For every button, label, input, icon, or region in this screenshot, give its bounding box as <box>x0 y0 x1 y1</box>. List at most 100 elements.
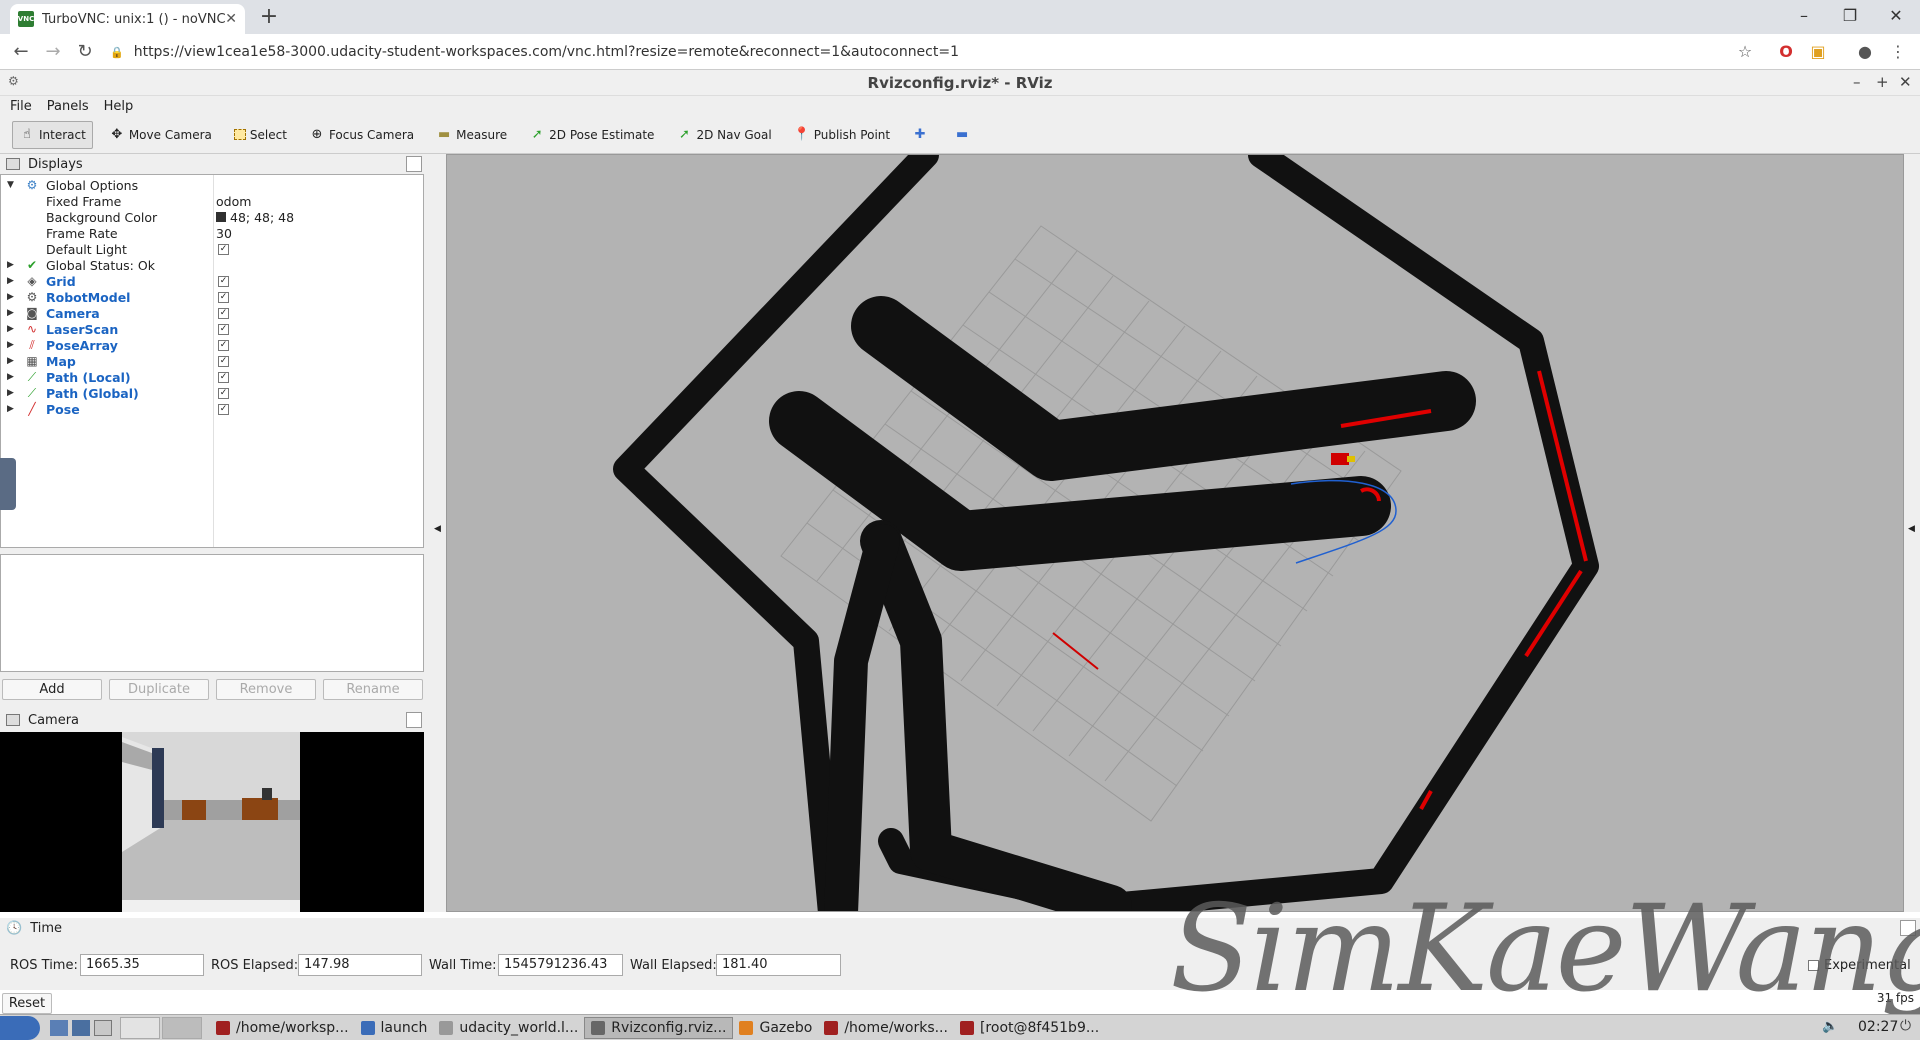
tree-row-posearray[interactable]: ▶ ⫽ PoseArray ✓ <box>1 337 423 353</box>
tree-row-default-light[interactable]: Default Light ✓ <box>1 241 423 257</box>
collapse-left-icon[interactable]: ◀ <box>434 524 441 534</box>
task-home-works[interactable]: /home/works... <box>818 1017 954 1039</box>
tree-row-fixed-frame[interactable]: Fixed Frame odom <box>1 193 423 209</box>
wall-time-field[interactable]: 1545791236.43 <box>498 954 623 976</box>
tree-row-frame-rate[interactable]: Frame Rate 30 <box>1 225 423 241</box>
expand-arrow-icon[interactable]: ▶ <box>7 404 14 414</box>
forward-icon[interactable]: → <box>40 40 66 64</box>
menu-dots-icon[interactable]: ⋮ <box>1888 42 1908 62</box>
tree-row-pose[interactable]: ▶ ╱ Pose ✓ <box>1 401 423 417</box>
opera-icon[interactable]: O <box>1776 42 1796 62</box>
novnc-sidebar-handle[interactable] <box>0 458 16 510</box>
extension-icon[interactable]: ▣ <box>1808 42 1828 62</box>
expand-arrow-icon[interactable]: ▶ <box>7 388 14 398</box>
time-float-button[interactable] <box>1900 920 1916 936</box>
posearray-checkbox[interactable]: ✓ <box>218 339 229 351</box>
float-panel-button[interactable] <box>406 156 422 172</box>
task-launch[interactable]: launch <box>355 1017 434 1039</box>
task-udacity-world[interactable]: udacity_world.l... <box>433 1017 584 1039</box>
rviz-maximize-icon[interactable]: + <box>1876 73 1889 91</box>
fixed-frame-value[interactable]: odom <box>216 194 251 209</box>
menu-file[interactable]: File <box>10 99 32 114</box>
close-window-icon[interactable]: ✕ <box>1876 4 1916 28</box>
file-manager-icon[interactable] <box>72 1019 90 1036</box>
minimize-icon[interactable]: – <box>1784 4 1824 28</box>
expand-arrow-icon[interactable]: ▶ <box>7 340 14 350</box>
grid-checkbox[interactable]: ✓ <box>218 275 229 287</box>
show-desktop-icon[interactable] <box>50 1019 68 1036</box>
remove-tool-button[interactable]: ▬ <box>948 121 980 149</box>
frame-rate-value[interactable]: 30 <box>216 226 232 241</box>
expand-arrow-icon[interactable]: ▼ <box>7 180 14 190</box>
expand-arrow-icon[interactable]: ▶ <box>7 260 14 270</box>
focus-camera-tool[interactable]: ⊕ Focus Camera <box>303 121 420 149</box>
tree-row-path-local[interactable]: ▶ ⟋ Path (Local) ✓ <box>1 369 423 385</box>
tree-row-global-status[interactable]: ▶ ✔ Global Status: Ok <box>1 257 423 273</box>
pose-checkbox[interactable]: ✓ <box>218 403 229 415</box>
duplicate-button[interactable]: Duplicate <box>109 679 209 700</box>
pose-estimate-tool[interactable]: ➚ 2D Pose Estimate <box>523 121 660 149</box>
expand-arrow-icon[interactable]: ▶ <box>7 292 14 302</box>
select-tool[interactable]: Select <box>228 121 293 149</box>
tree-row-robotmodel[interactable]: ▶ ⚙ RobotModel ✓ <box>1 289 423 305</box>
new-tab-button[interactable]: + <box>256 6 282 30</box>
browser-tab[interactable]: VNC TurboVNC: unix:1 () - noVNC ✕ <box>10 4 245 34</box>
render-3d-view[interactable] <box>446 154 1904 912</box>
rviz-close-icon[interactable]: ✕ <box>1899 73 1912 91</box>
background-color-value[interactable]: 48; 48; 48 <box>216 210 294 225</box>
tree-row-background-color[interactable]: Background Color 48; 48; 48 <box>1 209 423 225</box>
start-menu-button[interactable] <box>0 1015 40 1040</box>
ros-time-field[interactable]: 1665.35 <box>80 954 204 976</box>
camera-float-button[interactable] <box>406 712 422 728</box>
menu-help[interactable]: Help <box>104 99 134 114</box>
power-icon[interactable]: ⏻ <box>1900 1018 1911 1034</box>
rviz-minimize-icon[interactable]: – <box>1853 73 1861 91</box>
tree-row-path-global[interactable]: ▶ ⟋ Path (Global) ✓ <box>1 385 423 401</box>
laserscan-checkbox[interactable]: ✓ <box>218 323 229 335</box>
reload-icon[interactable]: ↻ <box>72 40 98 64</box>
rename-button[interactable]: Rename <box>323 679 423 700</box>
wall-elapsed-field[interactable]: 181.40 <box>716 954 841 976</box>
terminal-launcher-icon[interactable] <box>94 1019 112 1036</box>
task-root-terminal[interactable]: [root@8f451b9... <box>954 1017 1105 1039</box>
bookmark-star-icon[interactable]: ☆ <box>1735 42 1755 62</box>
publish-point-tool[interactable]: 📍 Publish Point <box>788 121 896 149</box>
right-collapse-strip[interactable]: ◀ <box>1904 154 1920 912</box>
path-global-checkbox[interactable]: ✓ <box>218 387 229 399</box>
camera-checkbox[interactable]: ✓ <box>218 307 229 319</box>
tree-row-laserscan[interactable]: ▶ ∿ LaserScan ✓ <box>1 321 423 337</box>
volume-icon[interactable]: 🔈 <box>1822 1019 1838 1034</box>
expand-arrow-icon[interactable]: ▶ <box>7 324 14 334</box>
task-rviz[interactable]: Rvizconfig.rviz... <box>584 1016 734 1039</box>
left-collapse-strip[interactable]: ◀ <box>428 154 446 912</box>
restore-icon[interactable]: ❐ <box>1830 4 1870 28</box>
robotmodel-checkbox[interactable]: ✓ <box>218 291 229 303</box>
menu-panels[interactable]: Panels <box>47 99 89 114</box>
experimental-checkbox[interactable] <box>1808 960 1819 971</box>
map-checkbox[interactable]: ✓ <box>218 355 229 367</box>
expand-arrow-icon[interactable]: ▶ <box>7 276 14 286</box>
path-local-checkbox[interactable]: ✓ <box>218 371 229 383</box>
add-display-button[interactable]: Add <box>2 679 102 700</box>
reset-button[interactable]: Reset <box>2 993 52 1014</box>
task-home-workspace[interactable]: /home/worksp... <box>210 1017 355 1039</box>
tree-row-grid[interactable]: ▶ ◈ Grid ✓ <box>1 273 423 289</box>
tree-row-global-options[interactable]: ▼ ⚙ Global Options <box>1 177 423 193</box>
expand-arrow-icon[interactable]: ▶ <box>7 356 14 366</box>
remove-button[interactable]: Remove <box>216 679 316 700</box>
tree-row-map[interactable]: ▶ ▦ Map ✓ <box>1 353 423 369</box>
move-camera-tool[interactable]: ✥ Move Camera <box>103 121 218 149</box>
expand-arrow-icon[interactable]: ▶ <box>7 308 14 318</box>
measure-tool[interactable]: ▬ Measure <box>430 121 513 149</box>
expand-arrow-icon[interactable]: ▶ <box>7 372 14 382</box>
back-icon[interactable]: ← <box>8 40 34 64</box>
collapse-right-icon[interactable]: ◀ <box>1908 524 1915 534</box>
close-tab-icon[interactable]: ✕ <box>225 11 237 27</box>
workspace-2[interactable] <box>162 1016 202 1039</box>
workspace-1[interactable] <box>120 1016 160 1039</box>
add-tool-button[interactable]: ✚ <box>906 121 938 149</box>
ros-elapsed-field[interactable]: 147.98 <box>298 954 422 976</box>
interact-tool[interactable]: ☝ Interact <box>12 120 93 149</box>
nav-goal-tool[interactable]: ➚ 2D Nav Goal <box>670 121 777 149</box>
profile-avatar-icon[interactable]: ● <box>1855 42 1875 62</box>
